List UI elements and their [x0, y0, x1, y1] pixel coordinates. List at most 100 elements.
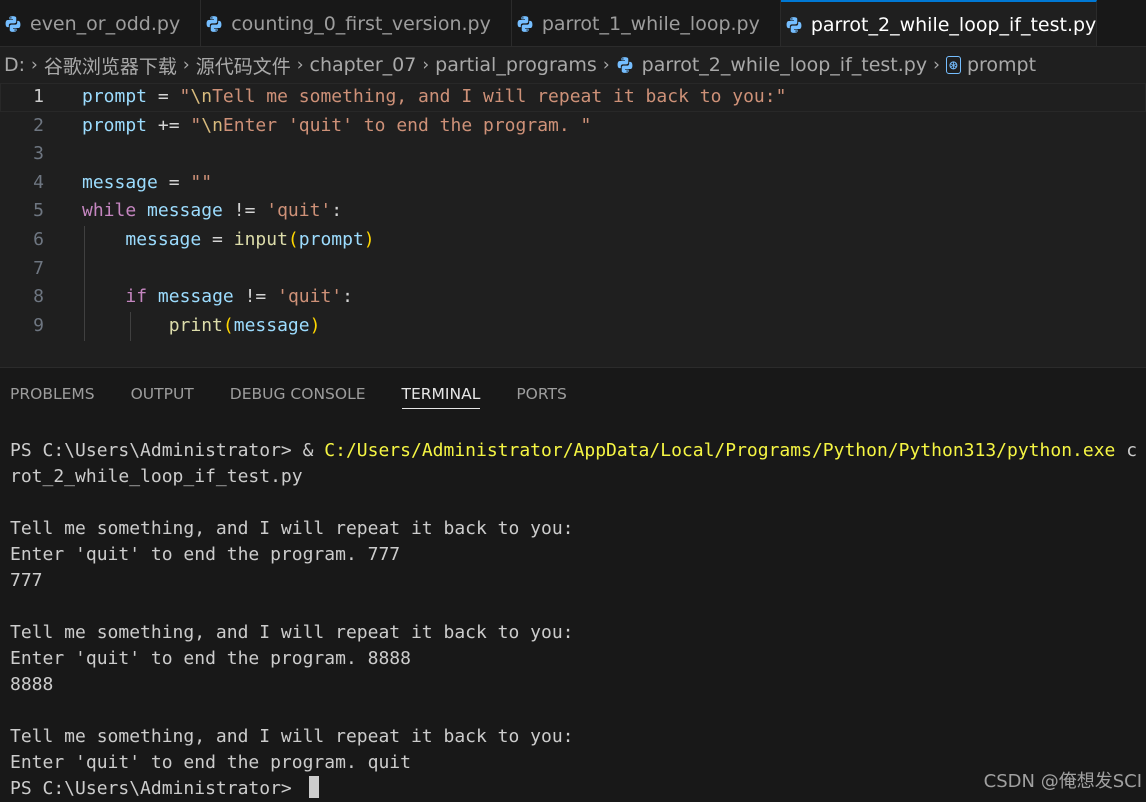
python-file-icon [517, 15, 533, 32]
chevron-right-icon: › [296, 55, 304, 75]
breadcrumb-item[interactable]: chapter_07 [310, 54, 417, 76]
tab-label: parrot_1_while_loop.py [541, 12, 760, 35]
code-token: ( [222, 314, 234, 336]
panel-tab-output[interactable]: OUTPUT [131, 368, 194, 420]
code-editor[interactable]: 1 prompt = "\nTell me something, and I wi… [0, 83, 1146, 367]
code-token: ) [363, 229, 375, 250]
terminal-text: Tell me something, and I will repeat it … [10, 726, 574, 747]
bottom-panel: PROBLEMS OUTPUT DEBUG CONSOLE TERMINAL PORTS… [0, 367, 1146, 799]
code-line[interactable]: 2 prompt += "\nEnter 'quit' to end the pr… [0, 112, 1146, 141]
terminal-text: Enter 'quit' to end the program. 777 [10, 544, 401, 565]
code-token: prompt [82, 86, 148, 107]
line-number: 6 [33, 229, 44, 250]
code-token: print [168, 314, 223, 336]
breadcrumb-label: parrot_2_while_loop_if_test.py [641, 54, 928, 76]
chevron-right-icon: › [182, 55, 190, 75]
code-token: != [222, 200, 267, 222]
code-line[interactable]: 7 [0, 255, 1146, 284]
terminal-line: 8888 [10, 672, 1146, 698]
breadcrumb-item[interactable]: partial_programs [435, 54, 597, 76]
terminal-line: PS C:\Users\Administrator> [10, 776, 1146, 802]
tab-even-or-odd-py[interactable]: even_or_odd.py [0, 0, 202, 46]
line-number: 1 [33, 86, 44, 107]
panel-tab-debug-console[interactable]: DEBUG CONSOLE [230, 368, 366, 420]
breadcrumb-item[interactable]: ⊛ prompt [945, 54, 1037, 76]
line-number: 5 [33, 200, 44, 222]
code-token: Tell me something, and I will repeat it … [212, 86, 787, 107]
line-number: 3 [33, 143, 44, 165]
code-line[interactable]: 6 message = input(prompt) [0, 226, 1146, 255]
code-token: " [190, 114, 202, 136]
terminal-text: c [1115, 440, 1138, 461]
panel-tab-terminal[interactable]: TERMINAL [401, 368, 480, 420]
terminal-line: Tell me something, and I will repeat it … [10, 516, 1146, 542]
panel-tab-problems[interactable]: PROBLEMS [10, 368, 95, 420]
tab-label: even_or_odd.py [30, 12, 181, 35]
terminal-text: Enter 'quit' to end the program. quit [10, 752, 411, 773]
code-token: != [233, 286, 278, 308]
terminal-line: Enter 'quit' to end the program. quit [10, 750, 1146, 776]
variable-symbol-icon: ⊛ [945, 56, 961, 74]
chevron-right-icon: › [933, 55, 940, 75]
terminal-line: rot_2_while_loop_if_test.py [10, 464, 1146, 490]
breadcrumb-item[interactable]: 源代码文件 [196, 52, 291, 79]
terminal-text: PS C:\Users\Administrator> & [10, 440, 325, 461]
breadcrumb-label: partial_programs [435, 54, 597, 76]
terminal-cursor [308, 776, 319, 798]
breadcrumb-item[interactable]: parrot_2_while_loop_if_test.py [616, 54, 927, 76]
terminal-line: 777 [10, 568, 1146, 594]
code-line[interactable]: 8 if message != 'quit': [0, 283, 1146, 312]
breadcrumb-item[interactable]: 谷歌浏览器下载 [44, 52, 177, 79]
terminal-text: 777 [10, 570, 43, 591]
code-text: prompt = "\nTell me something, and I wil… [82, 83, 786, 112]
line-number: 4 [33, 171, 44, 193]
python-file-icon [206, 15, 222, 32]
chevron-right-icon: › [422, 55, 430, 75]
code-token: Enter 'quit' to end the program. " [222, 114, 592, 136]
tab-counting-0-first-version-py[interactable]: counting_0_first_version.py [201, 0, 512, 46]
code-line[interactable]: 4 message = "" [0, 169, 1146, 198]
code-token: message [157, 286, 234, 308]
code-token: : [331, 200, 343, 222]
code-token: = [201, 229, 234, 250]
breadcrumb-label: chapter_07 [309, 54, 417, 76]
code-token: 'quit' [266, 200, 332, 222]
watermark: CSDN @俺想发SCI [983, 771, 1142, 792]
terminal-text: Tell me something, and I will repeat it … [10, 518, 574, 539]
panel-tab-ports[interactable]: PORTS [516, 368, 567, 420]
code-token: if [125, 286, 148, 308]
terminal-line: PS C:\Users\Administrator> & C:/Users/Ad… [10, 438, 1146, 464]
python-file-icon [5, 15, 21, 32]
chevron-right-icon: › [602, 55, 610, 75]
breadcrumb-label: 谷歌浏览器下载 [43, 55, 177, 78]
terminal-line: Enter 'quit' to end the program. 8888 [10, 646, 1146, 672]
panel-tab-bar: PROBLEMS OUTPUT DEBUG CONSOLE TERMINAL PORTS [10, 368, 603, 420]
code-text: print(message) [82, 312, 321, 341]
code-token: : [342, 286, 353, 308]
terminal-text: C:/Users/Administrator/AppData/Local/Pro… [324, 440, 1116, 461]
code-token: = [147, 86, 180, 107]
tab-parrot-2-while-loop-if-test-py[interactable]: parrot_2_while_loop_if_test.py [780, 0, 1098, 46]
code-token: += [147, 114, 191, 136]
breadcrumb-label: prompt [966, 54, 1037, 76]
code-token: "" [190, 171, 213, 193]
code-token: = [157, 171, 191, 193]
code-line[interactable]: 9 print(message) [0, 312, 1146, 341]
breadcrumb-item[interactable]: D: [4, 54, 25, 76]
code-line[interactable]: 5 while message != 'quit': [0, 197, 1146, 226]
tab-parrot-1-while-loop-py[interactable]: parrot_1_while_loop.py [511, 0, 781, 46]
code-text: if message != 'quit': [82, 283, 353, 312]
code-token: message [82, 171, 158, 193]
breadcrumb: D: › 谷歌浏览器下载 › 源代码文件 › chapter_07 › partial_prog… [0, 47, 1146, 83]
terminal-output[interactable]: PS C:\Users\Administrator> & C:/Users/Ad… [10, 438, 1146, 802]
code-text: message = "" [82, 169, 212, 198]
line-number: 9 [33, 314, 44, 336]
code-line[interactable]: 1 prompt = "\nTell me something, and I wi… [0, 83, 1146, 112]
code-line[interactable]: 3 [0, 140, 1146, 169]
code-text: prompt += "\nEnter 'quit' to end the pro… [82, 112, 591, 141]
terminal-line: Enter 'quit' to end the program. 777 [10, 542, 1146, 568]
